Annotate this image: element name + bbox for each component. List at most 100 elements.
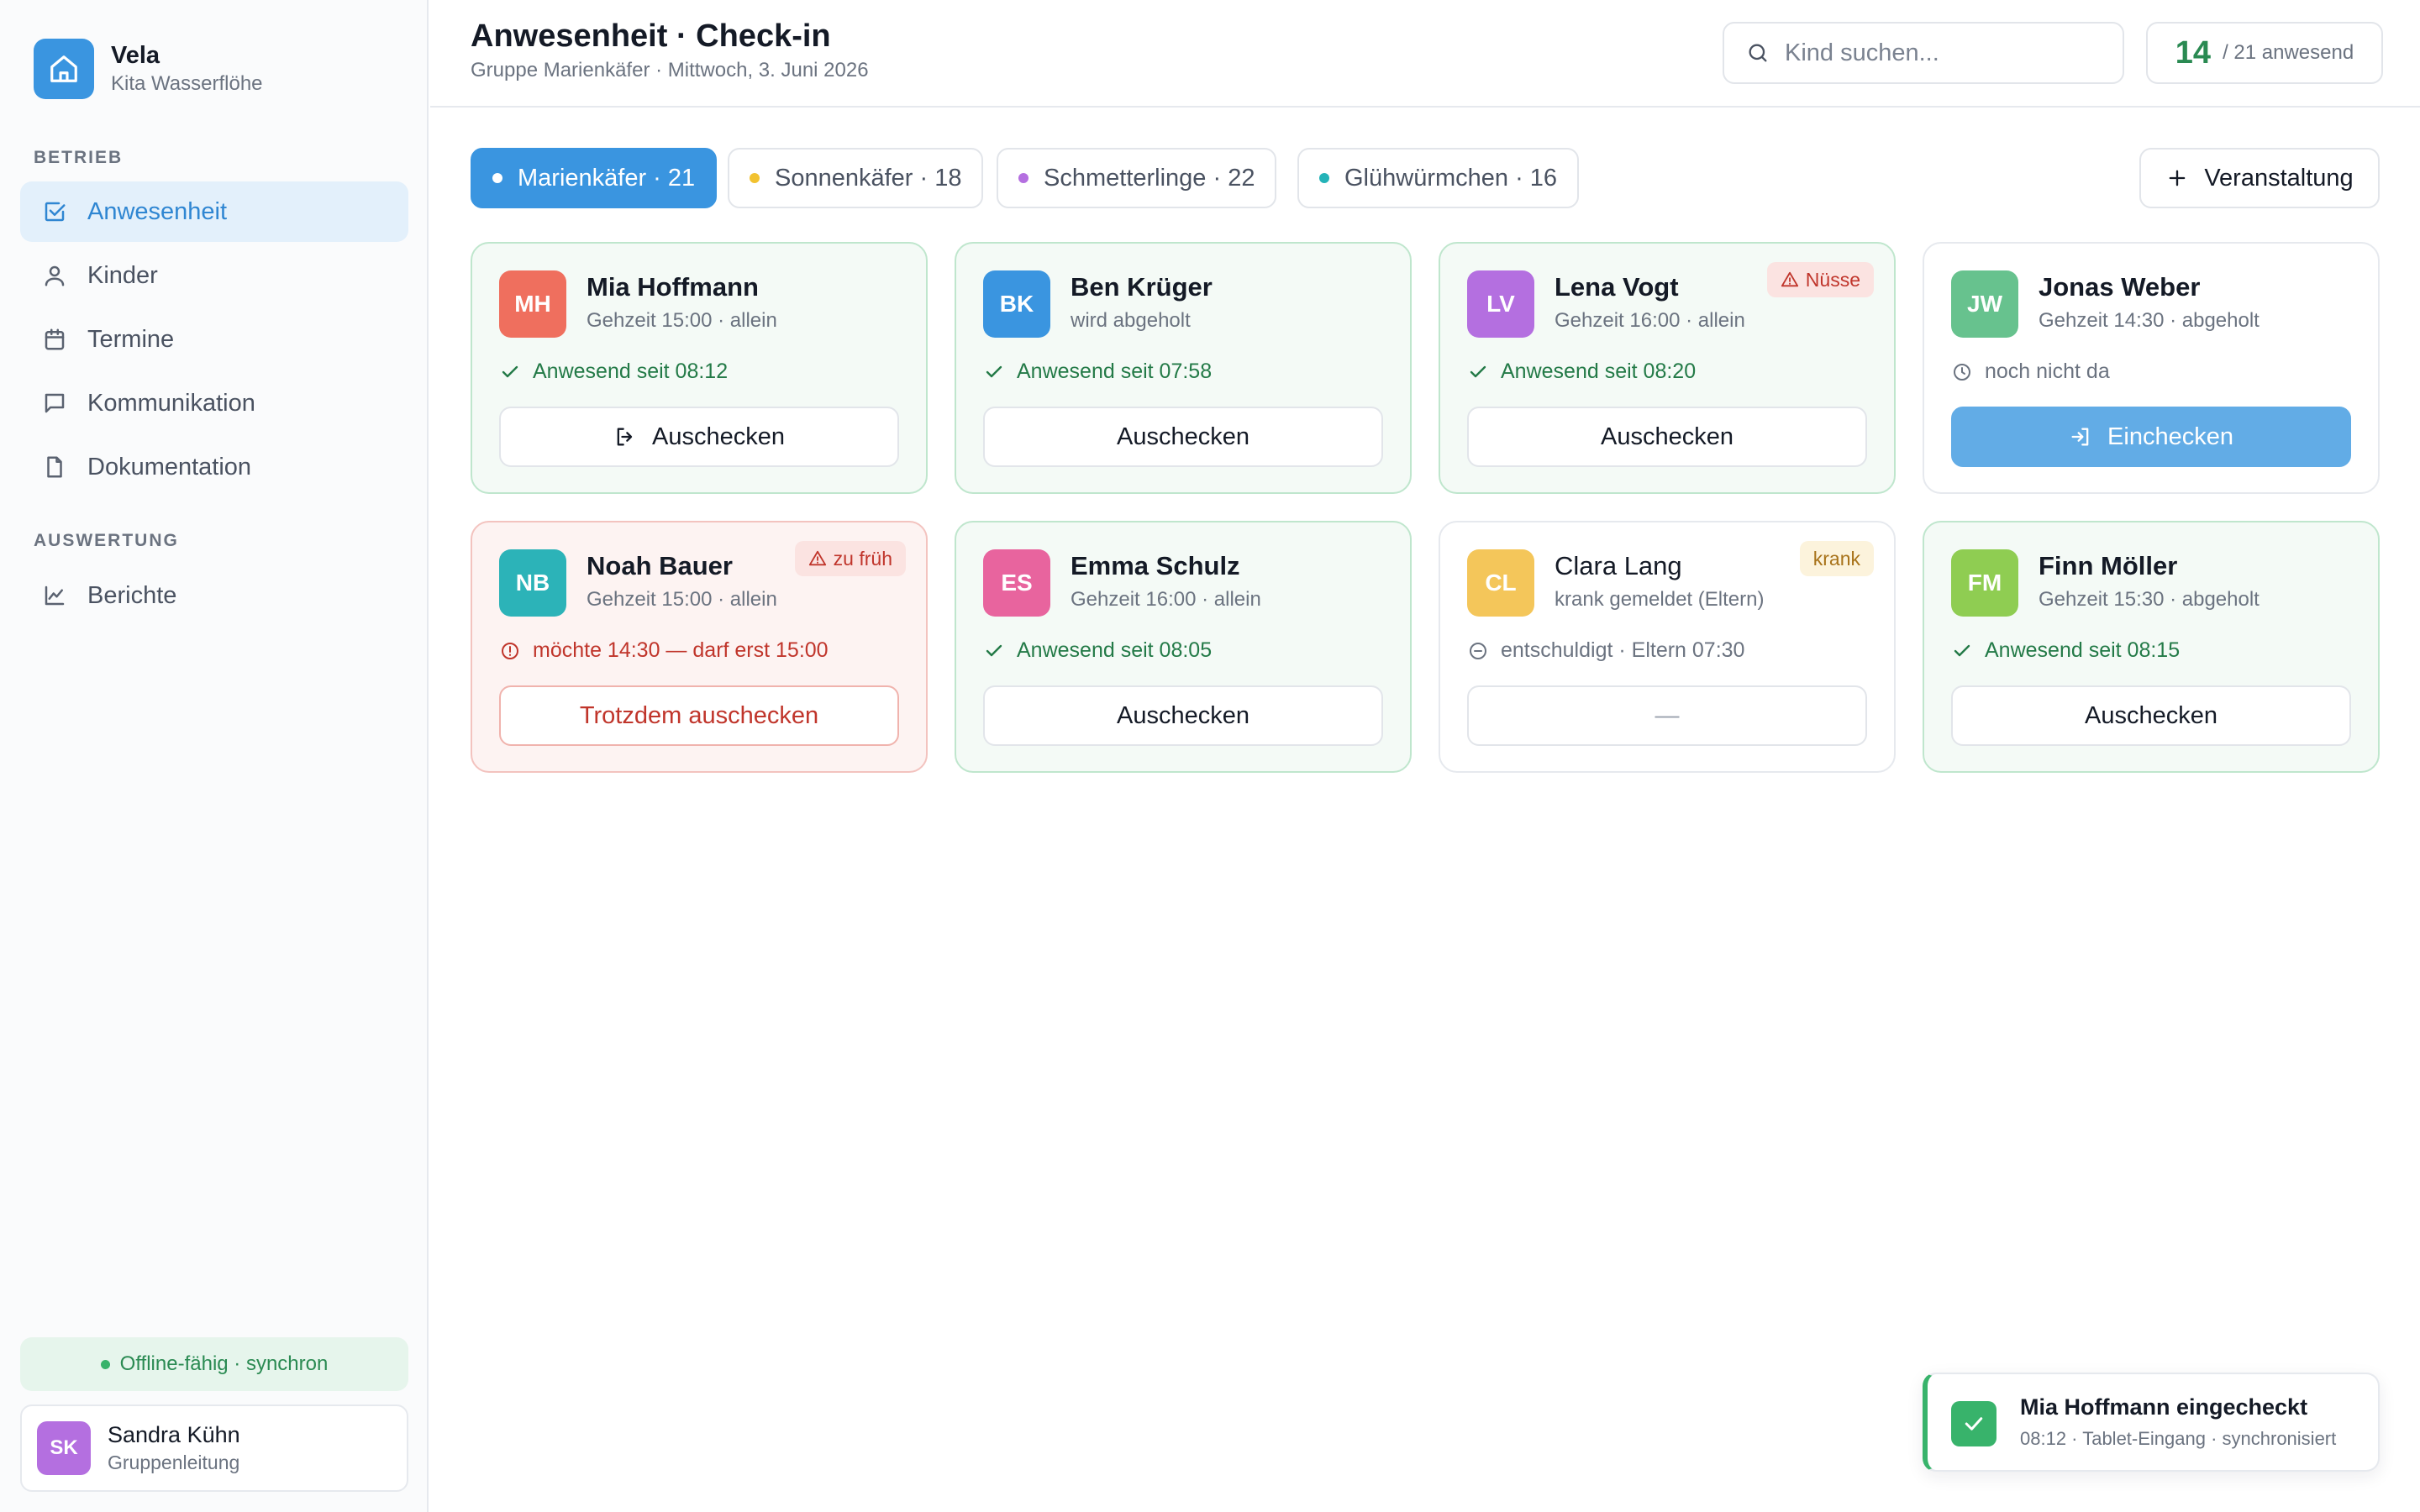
group-dot [750, 173, 760, 183]
org-name: Kita Wasserflöhe [111, 72, 263, 95]
badge-label: Nüsse [1805, 268, 1860, 291]
checkout-button[interactable]: Auschecken [1467, 407, 1867, 467]
sidebar-item-kommunikation[interactable]: Kommunikation [20, 373, 408, 433]
tab-sonnenkaefer[interactable]: Sonnenkäfer · 18 [728, 148, 984, 208]
button-label: Auschecken [2085, 701, 2217, 729]
sidebar-item-label: Berichte [87, 581, 177, 609]
disabled-action-button: — [1467, 685, 1867, 746]
checkout-button[interactable]: Auschecken [499, 407, 899, 467]
nav-section-betrieb: BETRIEB [34, 148, 124, 167]
checkin-button[interactable]: Einchecken [1951, 407, 2351, 467]
avatar: FM [1951, 549, 2018, 617]
button-label: Auschecken [652, 423, 785, 450]
child-meta: wird abgeholt [1071, 309, 1191, 332]
checkout-button[interactable]: Auschecken [983, 685, 1383, 746]
chart-icon [40, 581, 69, 610]
child-name: Finn Möller [2039, 551, 2178, 580]
child-card-mia-hoffmann: MH Mia Hoffmann Gehzeit 15:00 · allein A… [471, 242, 928, 494]
search-box[interactable] [1723, 22, 2124, 84]
sidebar-item-termine[interactable]: Termine [20, 309, 408, 370]
app-name: Vela [111, 42, 160, 69]
force-checkout-button[interactable]: Trotzdem auschecken [499, 685, 899, 746]
child-meta: Gehzeit 14:30 · abgeholt [2039, 309, 2260, 332]
child-name: Mia Hoffmann [587, 272, 759, 302]
warning-icon [1781, 270, 1799, 289]
brand[interactable]: Vela Kita Wasserflöhe [34, 39, 263, 99]
add-event-button[interactable]: Veranstaltung [2139, 148, 2380, 208]
warning-icon [808, 549, 827, 568]
add-event-label: Veranstaltung [2204, 164, 2354, 192]
tab-label: Sonnenkäfer · 18 [775, 164, 962, 192]
early-pickup-badge: zu früh [794, 541, 906, 576]
attendance-status: möchte 14:30 — darf erst 15:00 [499, 638, 829, 663]
sidebar-item-kinder[interactable]: Kinder [20, 245, 408, 306]
sidebar: Vela Kita Wasserflöhe BETRIEB Anwesenhei… [0, 0, 429, 1512]
child-name: Noah Bauer [587, 551, 733, 580]
check-icon [1951, 1401, 1996, 1446]
group-dot [1319, 173, 1329, 183]
user-profile[interactable]: SK Sandra Kühn Gruppenleitung [20, 1404, 408, 1492]
avatar: LV [1467, 270, 1534, 338]
button-label: Trotzdem auschecken [579, 701, 819, 729]
document-icon [40, 453, 69, 481]
sidebar-item-anwesenheit[interactable]: Anwesenheit [20, 181, 408, 242]
login-icon [2069, 425, 2092, 449]
status-text: noch nicht da [1985, 360, 2110, 383]
checkout-button[interactable]: Auschecken [983, 407, 1383, 467]
sidebar-item-label: Dokumentation [87, 453, 252, 480]
sidebar-item-berichte[interactable]: Berichte [20, 565, 408, 626]
child-meta: Gehzeit 15:00 · allein [587, 309, 777, 332]
toast-notification[interactable]: Mia Hoffmann eingecheckt 08:12 · Tablet-… [1923, 1373, 2380, 1472]
tab-gluehwuermchen[interactable]: Glühwürmchen · 16 [1297, 148, 1580, 208]
attendance-status: entschuldigt · Eltern 07:30 [1467, 638, 1744, 663]
user-name: Sandra Kühn [108, 1422, 240, 1447]
page-subtitle: Gruppe Marienkäfer · Mittwoch, 3. Juni 2… [471, 59, 869, 81]
attendance-status: Anwesend seit 08:15 [1951, 638, 2180, 663]
child-meta: Gehzeit 16:00 · allein [1555, 309, 1745, 332]
button-label: Auschecken [1601, 423, 1733, 450]
child-name: Ben Krüger [1071, 272, 1213, 302]
check-icon [499, 361, 521, 383]
badge-label: zu früh [833, 547, 892, 570]
attendance-status: Anwesend seit 08:20 [1467, 360, 1696, 384]
present-count: 14 [2175, 34, 2212, 71]
status-text: Anwesend seit 07:58 [1017, 360, 1213, 383]
attendance-status: Anwesend seit 08:05 [983, 638, 1212, 663]
allergy-badge: Nüsse [1766, 262, 1874, 297]
plus-icon [2165, 166, 2189, 190]
toast-subtitle: 08:12 · Tablet-Eingang · synchronisiert [2020, 1428, 2337, 1449]
checkout-button[interactable]: Auschecken [1951, 685, 2351, 746]
status-text: Anwesend seit 08:20 [1501, 360, 1697, 383]
status-text: Anwesend seit 08:05 [1017, 638, 1213, 662]
avatar: MH [499, 270, 566, 338]
sidebar-item-label: Kinder [87, 261, 158, 289]
child-name: Emma Schulz [1071, 551, 1240, 580]
sidebar-item-label: Kommunikation [87, 389, 255, 417]
child-card-ben-krueger: BK Ben Krüger wird abgeholt Anwesend sei… [955, 242, 1412, 494]
child-meta: krank gemeldet (Eltern) [1555, 588, 1765, 611]
home-icon [34, 39, 94, 99]
child-meta: Gehzeit 16:00 · allein [1071, 588, 1261, 611]
button-label: Einchecken [2107, 423, 2233, 450]
nav-section-auswertung: AUSWERTUNG [34, 531, 179, 550]
logout-icon [613, 425, 637, 449]
search-input[interactable] [1785, 39, 2104, 67]
button-label: Auschecken [1117, 701, 1249, 729]
status-dot [100, 1359, 110, 1369]
child-name: Clara Lang [1555, 551, 1682, 580]
sidebar-item-dokumentation[interactable]: Dokumentation [20, 437, 408, 497]
tab-marienkaefer[interactable]: Marienkäfer · 21 [471, 148, 718, 208]
child-card-noah-bauer: NB Noah Bauer Gehzeit 15:00 · allein zu … [471, 521, 928, 773]
avatar: NB [499, 549, 566, 617]
search-icon [1746, 41, 1770, 65]
present-total: / 21 anwesend [2223, 41, 2354, 64]
status-text: Anwesend seit 08:12 [533, 360, 729, 383]
sick-badge: krank [1799, 541, 1874, 576]
attendance-status: Anwesend seit 07:58 [983, 360, 1212, 384]
child-meta: Gehzeit 15:00 · allein [587, 588, 777, 611]
chat-icon [40, 389, 69, 417]
tab-schmetterlinge[interactable]: Schmetterlinge · 22 [997, 148, 1277, 208]
alert-circle-icon [499, 640, 521, 662]
avatar: ES [983, 549, 1050, 617]
status-text: entschuldigt · Eltern 07:30 [1501, 638, 1745, 662]
